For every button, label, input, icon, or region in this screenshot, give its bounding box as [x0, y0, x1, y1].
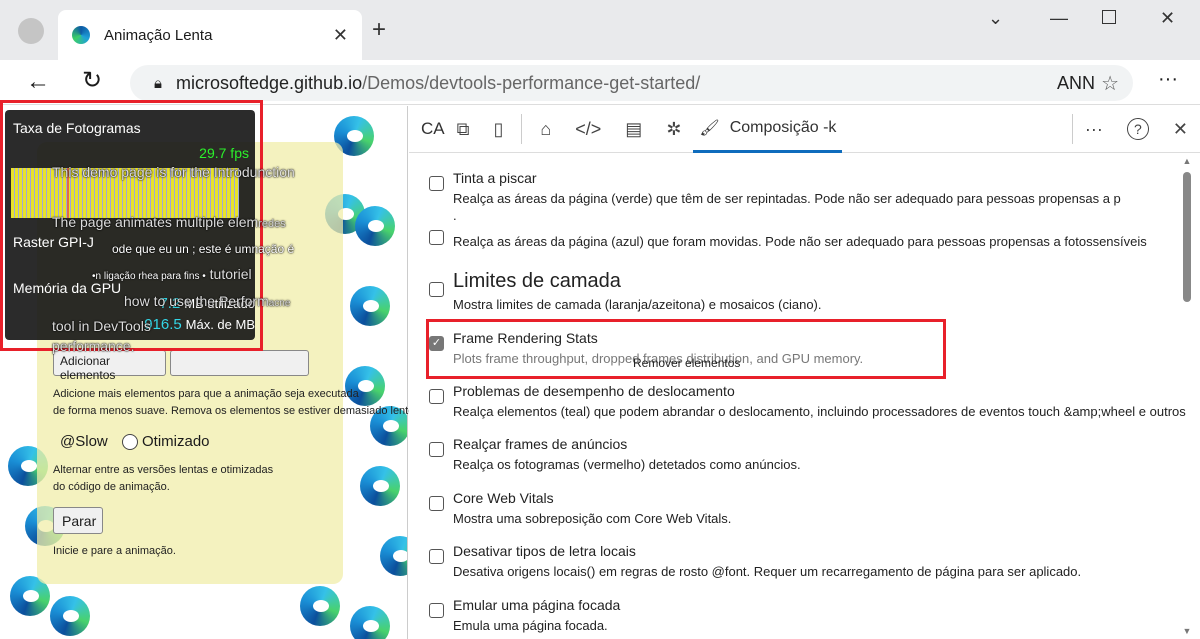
intro-line-6: tool in DevTools	[52, 318, 151, 334]
highlight-box-frame-stats	[426, 319, 946, 379]
option-description: Mostra uma sobreposição com Core Web Vit…	[453, 511, 732, 526]
toggle-description: Alternar entre as versões lentas e otimi…	[53, 464, 274, 493]
paintbrush-icon: 🖌︎	[699, 119, 720, 137]
tab-title: Animação Lenta	[104, 26, 213, 44]
option-title: Emular uma página focada	[453, 597, 621, 613]
debugger-bug-icon[interactable]: ✲	[666, 119, 681, 140]
edge-favicon-icon	[72, 26, 90, 44]
more-tools-icon[interactable]: ···	[1085, 119, 1103, 140]
option-checkbox[interactable]	[429, 176, 444, 191]
tab-list-chevron-icon[interactable]: ⌄	[988, 8, 1003, 29]
back-arrow-icon[interactable]: ←	[26, 68, 50, 96]
option-description-extra: .	[453, 208, 457, 223]
elements-icon[interactable]: </>	[575, 119, 601, 140]
intro-line-3b: nação é	[251, 242, 295, 256]
home-icon[interactable]: ⌂	[540, 119, 551, 140]
remove-elements-label: Remover elementos	[633, 356, 741, 370]
option-checkbox[interactable]	[429, 496, 444, 511]
slow-radio-label[interactable]: @Slow	[60, 433, 108, 450]
option-description: Realça as áreas da página (azul) que for…	[453, 234, 1147, 249]
profile-avatar-icon[interactable]	[18, 18, 44, 44]
scrollbar[interactable]: ▲ ▼	[1180, 156, 1194, 636]
option-checkbox[interactable]	[429, 282, 444, 297]
option-title: Tinta a piscar	[453, 170, 537, 186]
tab-composition-label: Composição -k	[729, 118, 837, 136]
devtools-toolbar: CA ⧉ ▯ ⌂ </> ▤ ✲ 🖌︎ Composição -k ··· ? ✕	[409, 106, 1200, 153]
option-title: Problemas de desempenho de deslocamento	[453, 383, 735, 399]
option-checkbox[interactable]	[429, 549, 444, 564]
browser-tab[interactable]: Animação Lenta ✕	[58, 10, 362, 60]
intro-line-1b: unction	[249, 164, 295, 180]
favorite-star-icon[interactable]: ☆	[1101, 71, 1119, 96]
refresh-icon[interactable]: ↻	[82, 66, 102, 95]
option-description: Desativa origens locais() em regras de r…	[453, 564, 1082, 579]
device-emulation-icon[interactable]: ⧉	[457, 119, 470, 140]
profile-label: ANN	[1057, 72, 1096, 93]
url-field[interactable]: 🔒︎ microsoftedge.github.io/Demos/devtool…	[130, 65, 1133, 101]
tab-strip: Animação Lenta ✕ + ⌄ — ✕	[0, 0, 1200, 60]
optimized-radio-label[interactable]: Otimizado	[142, 433, 210, 450]
devtools-panel: CA ⧉ ▯ ⌂ </> ▤ ✲ 🖌︎ Composição -k ··· ? ✕…	[409, 106, 1200, 639]
stop-description: Inicie e pare a animação.	[53, 545, 176, 557]
option-description: Realça elementos (teal) que podem abrand…	[453, 404, 1186, 419]
stop-button[interactable]: Parar	[53, 507, 103, 534]
intro-text: This demo page is for the Introdunction …	[52, 160, 332, 356]
option-description: Realça os fotogramas (vermelho) detetado…	[453, 457, 801, 472]
intro-line-4: •n ligação rhea para fins •	[92, 271, 206, 282]
option-title: Limites de camada	[453, 270, 621, 292]
optimized-radio[interactable]	[122, 434, 138, 450]
option-checkbox[interactable]	[429, 230, 444, 245]
more-menu-icon[interactable]: ···	[1158, 68, 1178, 91]
option-title: Desativar tipos de letra locais	[453, 543, 636, 559]
intro-line-5: how to use the Perform	[124, 293, 269, 309]
intro-line-7: performance.	[52, 338, 135, 354]
help-icon[interactable]: ?	[1126, 118, 1149, 140]
add-description: Adicione mais elementos para que a anima…	[53, 388, 418, 417]
option-description: Mostra limites de camada (laranja/azeito…	[453, 297, 822, 312]
option-checkbox[interactable]	[429, 389, 444, 404]
intro-line-2: The page animates multiple elem	[52, 214, 259, 230]
option-title: Core Web Vitals	[453, 490, 554, 506]
tab-composition[interactable]: 🖌︎ Composição -k	[693, 106, 843, 153]
intro-line-5b: acne	[268, 298, 291, 309]
option-description: Realça as áreas da página (verde) que tê…	[453, 191, 1121, 206]
dock-sidebar-icon[interactable]: ▯	[493, 119, 503, 140]
url-path: /Demos/devtools-performance-get-started/	[362, 72, 701, 93]
close-devtools-icon[interactable]: ✕	[1173, 119, 1188, 140]
intro-line-3: ode que eu un ; este é um	[112, 242, 252, 256]
intro-line-1: This demo page is for the Introd	[52, 164, 250, 180]
scrollbar-thumb[interactable]	[1183, 172, 1191, 302]
option-checkbox[interactable]	[429, 442, 444, 457]
lock-icon[interactable]: 🔒︎	[154, 75, 162, 92]
intro-line-4b: tutoriel	[209, 266, 252, 282]
ca-label: CA	[421, 119, 445, 138]
new-tab-button[interactable]: +	[372, 16, 386, 44]
maximize-button[interactable]	[1102, 10, 1116, 24]
close-window-button[interactable]: ✕	[1160, 8, 1175, 29]
close-tab-icon[interactable]: ✕	[333, 25, 348, 46]
option-description: Emula uma página focada.	[453, 618, 608, 633]
option-title: Realçar frames de anúncios	[453, 436, 628, 452]
console-icon[interactable]: ▤	[625, 119, 642, 140]
option-checkbox[interactable]	[429, 603, 444, 618]
url-host: microsoftedge.github.io	[175, 72, 363, 93]
minimize-button[interactable]: —	[1050, 8, 1068, 29]
intro-line-2b: redes	[258, 218, 286, 230]
